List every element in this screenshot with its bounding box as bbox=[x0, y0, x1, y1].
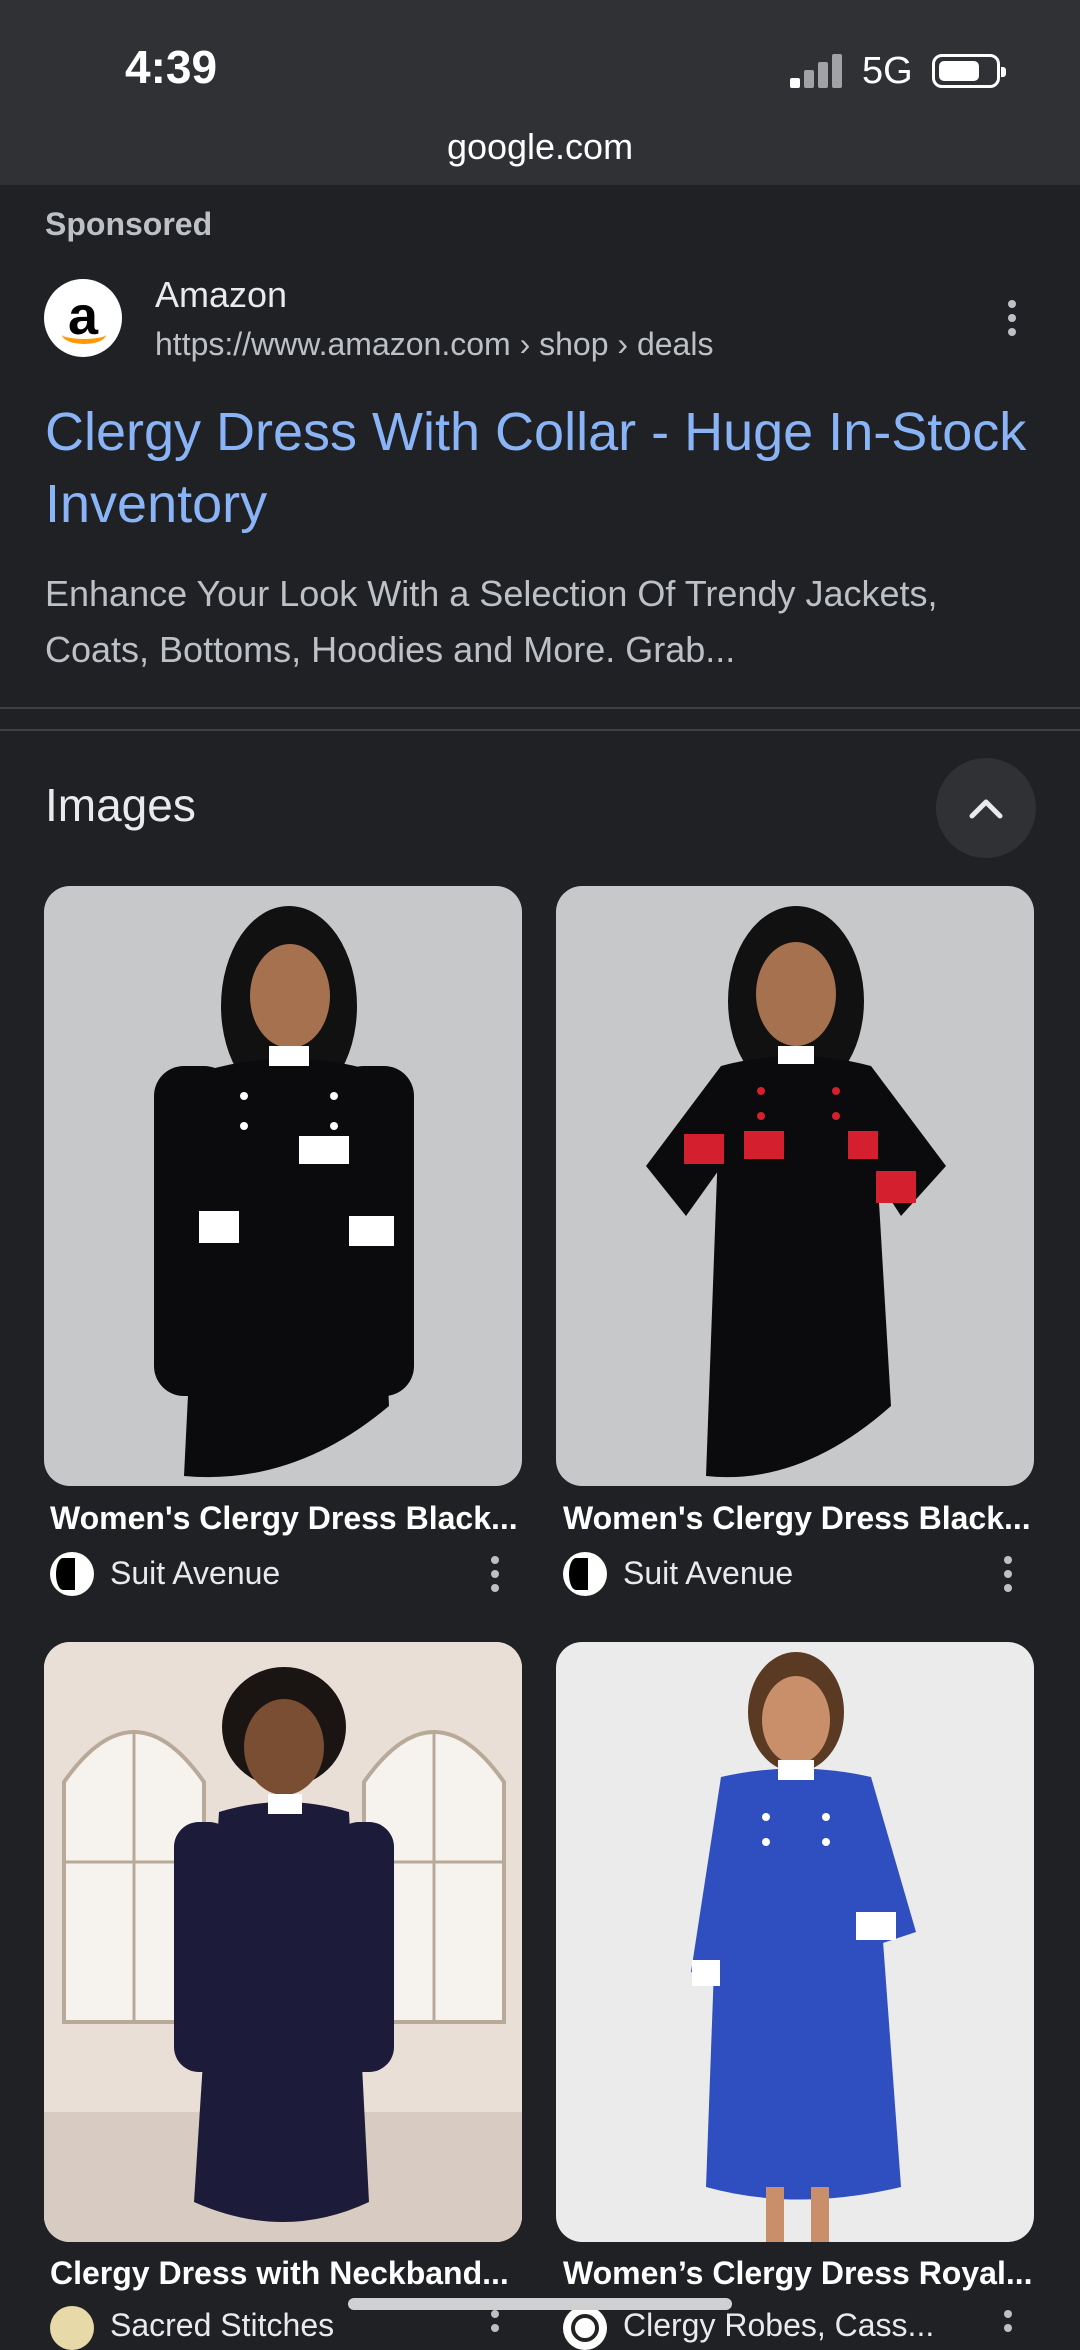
suit-avenue-favicon-icon bbox=[50, 1552, 94, 1596]
chevron-up-icon bbox=[969, 799, 1003, 819]
suit-avenue-favicon-icon bbox=[563, 1552, 607, 1596]
status-bar: 4:39 5G google.com bbox=[0, 0, 1080, 185]
divider bbox=[0, 707, 1080, 709]
image-result-thumbnail[interactable] bbox=[44, 1642, 522, 2242]
ad-title-link[interactable]: Clergy Dress With Collar - Huge In-Stock… bbox=[45, 396, 1045, 540]
more-options-icon[interactable] bbox=[1002, 1556, 1014, 1592]
amazon-logo-icon[interactable]: a bbox=[44, 279, 122, 357]
ad-description: Enhance Your Look With a Selection Of Tr… bbox=[45, 573, 938, 670]
ad-display-url[interactable]: https://www.amazon.com › shop › deals bbox=[155, 326, 713, 363]
image-result-source[interactable]: Clergy Robes, Cass... bbox=[623, 2307, 934, 2344]
address-bar-url[interactable]: google.com bbox=[0, 126, 1080, 168]
sponsored-label: Sponsored bbox=[45, 206, 213, 242]
clergy-robes-favicon-icon bbox=[563, 2306, 607, 2350]
image-result-source[interactable]: Suit Avenue bbox=[623, 1555, 793, 1592]
home-indicator[interactable] bbox=[348, 2298, 732, 2310]
images-section-heading: Images bbox=[45, 779, 196, 831]
image-result-caption[interactable]: Women’s Clergy Dress Royal... bbox=[563, 2255, 1043, 2292]
more-options-icon[interactable] bbox=[1002, 2310, 1014, 2336]
image-result-caption[interactable]: Women's Clergy Dress Black... bbox=[50, 1500, 530, 1537]
signal-icon bbox=[790, 54, 846, 88]
battery-icon bbox=[932, 54, 1006, 88]
image-result-thumbnail[interactable] bbox=[44, 886, 522, 1486]
ad-more-options-icon[interactable] bbox=[1006, 300, 1018, 340]
divider bbox=[0, 729, 1080, 731]
ad-advertiser-name[interactable]: Amazon bbox=[155, 274, 287, 316]
image-result-caption[interactable]: Women's Clergy Dress Black... bbox=[563, 1500, 1043, 1537]
more-options-icon[interactable] bbox=[489, 1556, 501, 1592]
image-result-source[interactable]: Sacred Stitches bbox=[110, 2307, 334, 2344]
image-result-thumbnail[interactable] bbox=[556, 1642, 1034, 2242]
sacred-stitches-favicon-icon bbox=[50, 2306, 94, 2350]
image-result-source[interactable]: Suit Avenue bbox=[110, 1555, 280, 1592]
image-result-thumbnail[interactable] bbox=[556, 886, 1034, 1486]
collapse-images-button[interactable] bbox=[936, 758, 1036, 858]
more-options-icon[interactable] bbox=[489, 2310, 501, 2336]
image-result-caption[interactable]: Clergy Dress with Neckband... bbox=[50, 2255, 530, 2292]
status-time: 4:39 bbox=[125, 41, 218, 93]
network-label: 5G bbox=[862, 50, 913, 92]
